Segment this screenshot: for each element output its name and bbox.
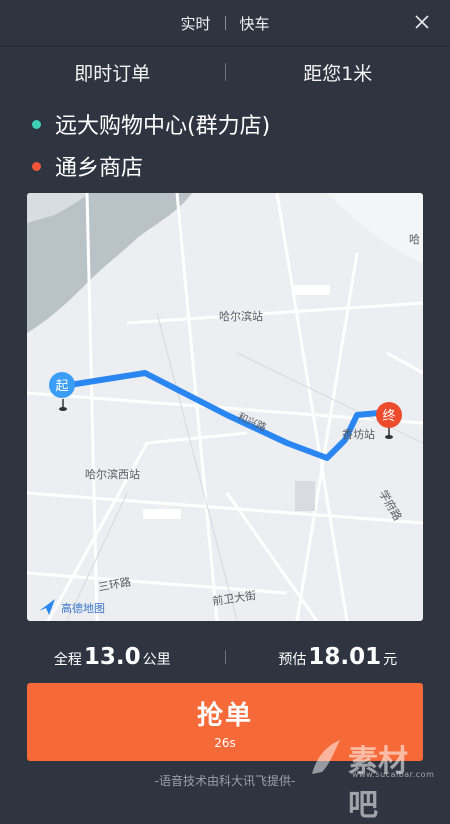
estimate-prefix: 预估 <box>278 649 306 669</box>
grab-countdown: 26s <box>214 736 236 750</box>
route-map[interactable]: 起 终 哈尔滨站 哈尔滨西站 香坊站 三环路 前卫大街 和兴路 学府路 哈 高德… <box>27 193 423 621</box>
fare-summary: 全程 13.0 公里 预估 18.01 元 <box>0 637 450 677</box>
map-label-edge: 哈 <box>409 233 420 246</box>
map-block <box>295 481 315 511</box>
start-marker-label: 起 <box>55 379 68 394</box>
map-label-road-right: 学府路 <box>376 488 405 524</box>
total-distance-unit: 公里 <box>143 649 171 669</box>
top-bar: 实时 快车 <box>0 0 450 46</box>
watermark-logo-icon <box>308 738 344 778</box>
map-block <box>292 285 330 295</box>
estimated-fare-value: 18.01 <box>308 644 381 670</box>
watermark: 素材吧 www.sucaibar.com <box>308 736 428 782</box>
start-pin-icon: 起 <box>49 372 75 411</box>
end-dot-icon <box>32 162 41 171</box>
amap-logo: 高德地图 <box>39 599 105 615</box>
rail-lines <box>67 313 423 621</box>
total-prefix: 全程 <box>54 649 82 669</box>
distance-to-user: 距您1米 <box>226 59 450 86</box>
total-distance: 全程 13.0 公里 <box>0 644 225 670</box>
tab-express[interactable]: 快车 <box>240 13 270 34</box>
estimated-fare: 预估 18.01 元 <box>226 644 450 670</box>
order-type: 即时订单 <box>0 59 225 86</box>
end-location-text: 通乡商店 <box>55 150 143 182</box>
start-dot-icon <box>32 120 41 129</box>
watermark-text: 素材吧 <box>348 736 428 824</box>
close-button[interactable] <box>412 12 432 32</box>
end-pin-icon: 终 <box>376 402 402 439</box>
amap-logo-text: 高德地图 <box>61 601 105 615</box>
map-area-ne <box>327 193 423 263</box>
total-distance-value: 13.0 <box>84 644 141 670</box>
estimated-fare-unit: 元 <box>383 649 397 669</box>
tab-realtime[interactable]: 实时 <box>180 13 210 34</box>
close-icon <box>415 15 429 29</box>
watermark-url: www.sucaibar.com <box>352 770 434 779</box>
map-canvas: 起 终 哈尔滨站 哈尔滨西站 香坊站 三环路 前卫大街 和兴路 学府路 哈 高德… <box>27 193 423 621</box>
end-marker-label: 终 <box>382 408 395 424</box>
map-label-qianwei: 前卫大街 <box>211 588 257 608</box>
end-location: 通乡商店 <box>32 150 143 182</box>
map-block <box>143 509 181 519</box>
map-label-road-mid: 和兴路 <box>236 410 269 434</box>
map-label-xiangfang: 香坊站 <box>342 427 375 441</box>
start-location: 远大购物中心(群力店) <box>32 108 270 140</box>
header-divider <box>0 46 450 47</box>
grab-order-label: 抢单 <box>197 695 253 732</box>
map-label-harbin-station: 哈尔滨站 <box>219 309 263 323</box>
tab-divider <box>225 16 226 30</box>
order-info-row: 即时订单 距您1米 <box>0 52 450 92</box>
start-location-text: 远大购物中心(群力店) <box>55 108 270 140</box>
map-label-harbin-west: 哈尔滨西站 <box>85 467 140 481</box>
